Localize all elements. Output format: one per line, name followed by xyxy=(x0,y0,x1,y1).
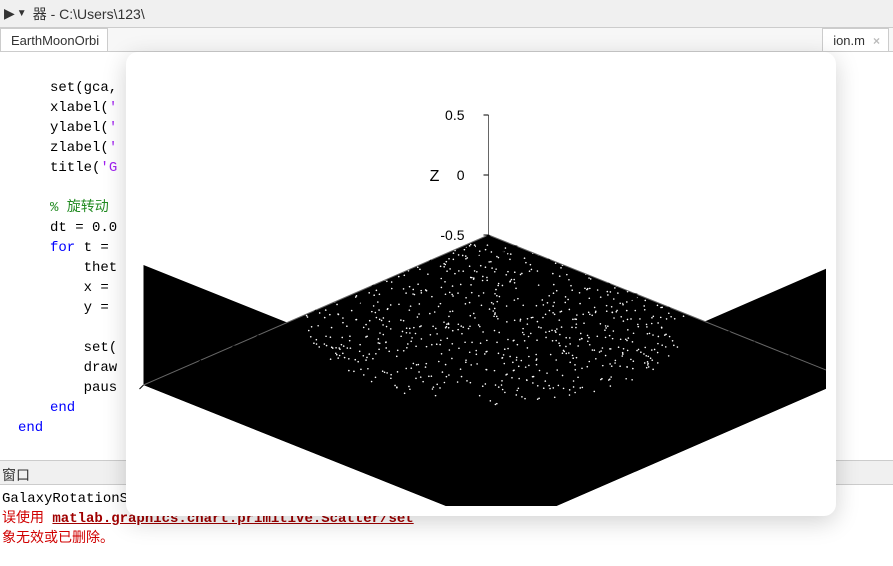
svg-text:-1.5: -1.5 xyxy=(458,242,482,258)
svg-text:0: 0 xyxy=(457,167,465,183)
figure-window[interactable]: -1.5-1-0.500.511.5-1.5-1-0.500.511.5-0.5… xyxy=(126,52,836,516)
svg-text:1: 1 xyxy=(179,367,187,383)
tab-label: EarthMoonOrbi xyxy=(11,33,99,48)
svg-text:X: X xyxy=(758,352,769,369)
svg-text:-1.5: -1.5 xyxy=(494,242,518,258)
svg-text:1: 1 xyxy=(803,362,811,378)
title-dropdown-caret[interactable]: ▼ xyxy=(17,8,27,19)
editor-area: set(gca, xlabel(' ylabel(' zlabel(' titl… xyxy=(0,52,893,461)
editor-tab-strip: EarthMoonOrbi ion.m × xyxy=(0,28,893,52)
svg-text:Z: Z xyxy=(430,168,440,185)
svg-text:-1: -1 xyxy=(560,266,573,282)
svg-text:0.5: 0.5 xyxy=(737,338,757,354)
title-dropdown-icon[interactable]: ▶ xyxy=(4,5,15,22)
svg-text:0.5: 0.5 xyxy=(231,342,251,358)
console-error-line: 象无效或已删除。 xyxy=(2,529,891,549)
svg-text:-0.5: -0.5 xyxy=(614,290,638,306)
svg-text:0.5: 0.5 xyxy=(445,107,465,123)
svg-text:Y: Y xyxy=(216,355,227,372)
command-window-title: 窗口 xyxy=(2,467,30,483)
scatter3d-plot: -1.5-1-0.500.511.5-1.5-1-0.500.511.5-0.5… xyxy=(136,62,826,506)
svg-text:0: 0 xyxy=(683,314,691,330)
svg-text:-0.5: -0.5 xyxy=(440,227,464,243)
tab-label: ion.m xyxy=(833,33,865,48)
svg-text:-0.5: -0.5 xyxy=(343,292,367,308)
window-titlebar: ▶ ▼ 器 - C:\Users\123\ xyxy=(0,0,893,28)
tab-ion[interactable]: ion.m × xyxy=(822,28,889,51)
window-path: 器 - C:\Users\123\ xyxy=(33,4,145,24)
tab-earthmoonorbit[interactable]: EarthMoonOrbi xyxy=(0,28,108,51)
svg-text:0: 0 xyxy=(294,317,302,333)
axes-3d[interactable]: -1.5-1-0.500.511.5-1.5-1-0.500.511.5-0.5… xyxy=(136,62,826,506)
svg-text:-1: -1 xyxy=(407,267,420,283)
close-icon[interactable]: × xyxy=(873,34,880,48)
